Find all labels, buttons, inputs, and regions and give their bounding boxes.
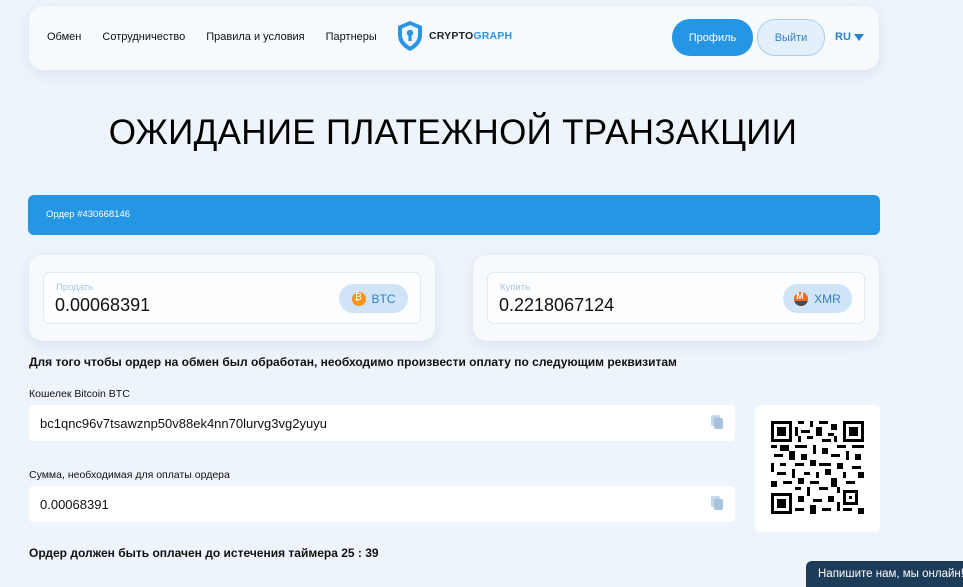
buy-currency-label: XMR — [814, 291, 841, 306]
buy-currency-badge[interactable]: XMR — [783, 284, 852, 313]
buy-amount: 0.2218067124 — [499, 295, 615, 315]
sell-field: Продать 0.00068391 BTC — [43, 272, 421, 324]
top-navigation-bar: Обмен Сотрудничество Правила и условия П… — [29, 6, 879, 70]
bitcoin-icon — [351, 291, 366, 306]
language-selector[interactable]: RU — [835, 31, 864, 43]
page-title: ОЖИДАНИЕ ПЛАТЕЖНОЙ ТРАНЗАКЦИИ — [108, 113, 798, 152]
nav-link-exchange[interactable]: Обмен — [47, 31, 81, 43]
buy-card: Купить 0.2218067124 XMR — [473, 255, 879, 341]
payment-instruction: Для того чтобы ордер на обмен был обрабо… — [29, 355, 677, 369]
main-nav: Обмен Сотрудничество Правила и условия П… — [47, 31, 377, 43]
language-label: RU — [835, 31, 851, 43]
nav-link-cooperation[interactable]: Сотрудничество — [102, 31, 185, 43]
site-logo[interactable]: CRYPTOGRAPH — [396, 20, 512, 52]
chevron-down-icon — [853, 33, 864, 41]
copy-icon[interactable] — [711, 496, 723, 510]
order-number: Ордер #430668146 — [46, 209, 131, 220]
sell-card: Продать 0.00068391 BTC — [29, 255, 435, 341]
qr-code-box — [755, 405, 880, 532]
live-chat-button[interactable]: Напишите нам, мы онлайн! — [806, 561, 963, 587]
buy-field: Купить 0.2218067124 XMR — [487, 272, 865, 324]
shield-logo-icon — [398, 21, 422, 51]
nav-link-partners[interactable]: Партнеры — [326, 31, 377, 43]
wallet-address[interactable]: bc1qnc96v7tsawznp50v88ek4nn70lurvg3vg2yu… — [40, 416, 327, 431]
logout-button[interactable]: Выйти — [757, 19, 825, 56]
wallet-address-field[interactable]: bc1qnc96v7tsawznp50v88ek4nn70lurvg3vg2yu… — [29, 405, 735, 441]
sell-currency-badge[interactable]: BTC — [339, 284, 408, 313]
nav-link-terms[interactable]: Правила и условия — [206, 31, 304, 43]
payment-timer: Ордер должен быть оплачен до истечения т… — [29, 546, 379, 560]
amount-label: Сумма, необходимая для оплаты ордера — [29, 469, 230, 481]
amount-field[interactable]: 0.00068391 — [29, 486, 735, 522]
monero-icon — [794, 291, 809, 306]
logo-text: CRYPTOGRAPH — [429, 30, 513, 42]
sell-label: Продать — [56, 282, 94, 293]
sell-currency-label: BTC — [371, 291, 396, 306]
wallet-label: Кошелек Bitcoin BTC — [29, 388, 130, 400]
order-banner: Ордер #430668146 — [28, 195, 880, 235]
copy-icon[interactable] — [711, 415, 723, 429]
qr-code-icon — [771, 421, 864, 514]
profile-button[interactable]: Профиль — [672, 19, 753, 56]
amount-value[interactable]: 0.00068391 — [40, 497, 109, 512]
buy-label: Купить — [500, 282, 531, 293]
sell-amount: 0.00068391 — [55, 295, 151, 315]
